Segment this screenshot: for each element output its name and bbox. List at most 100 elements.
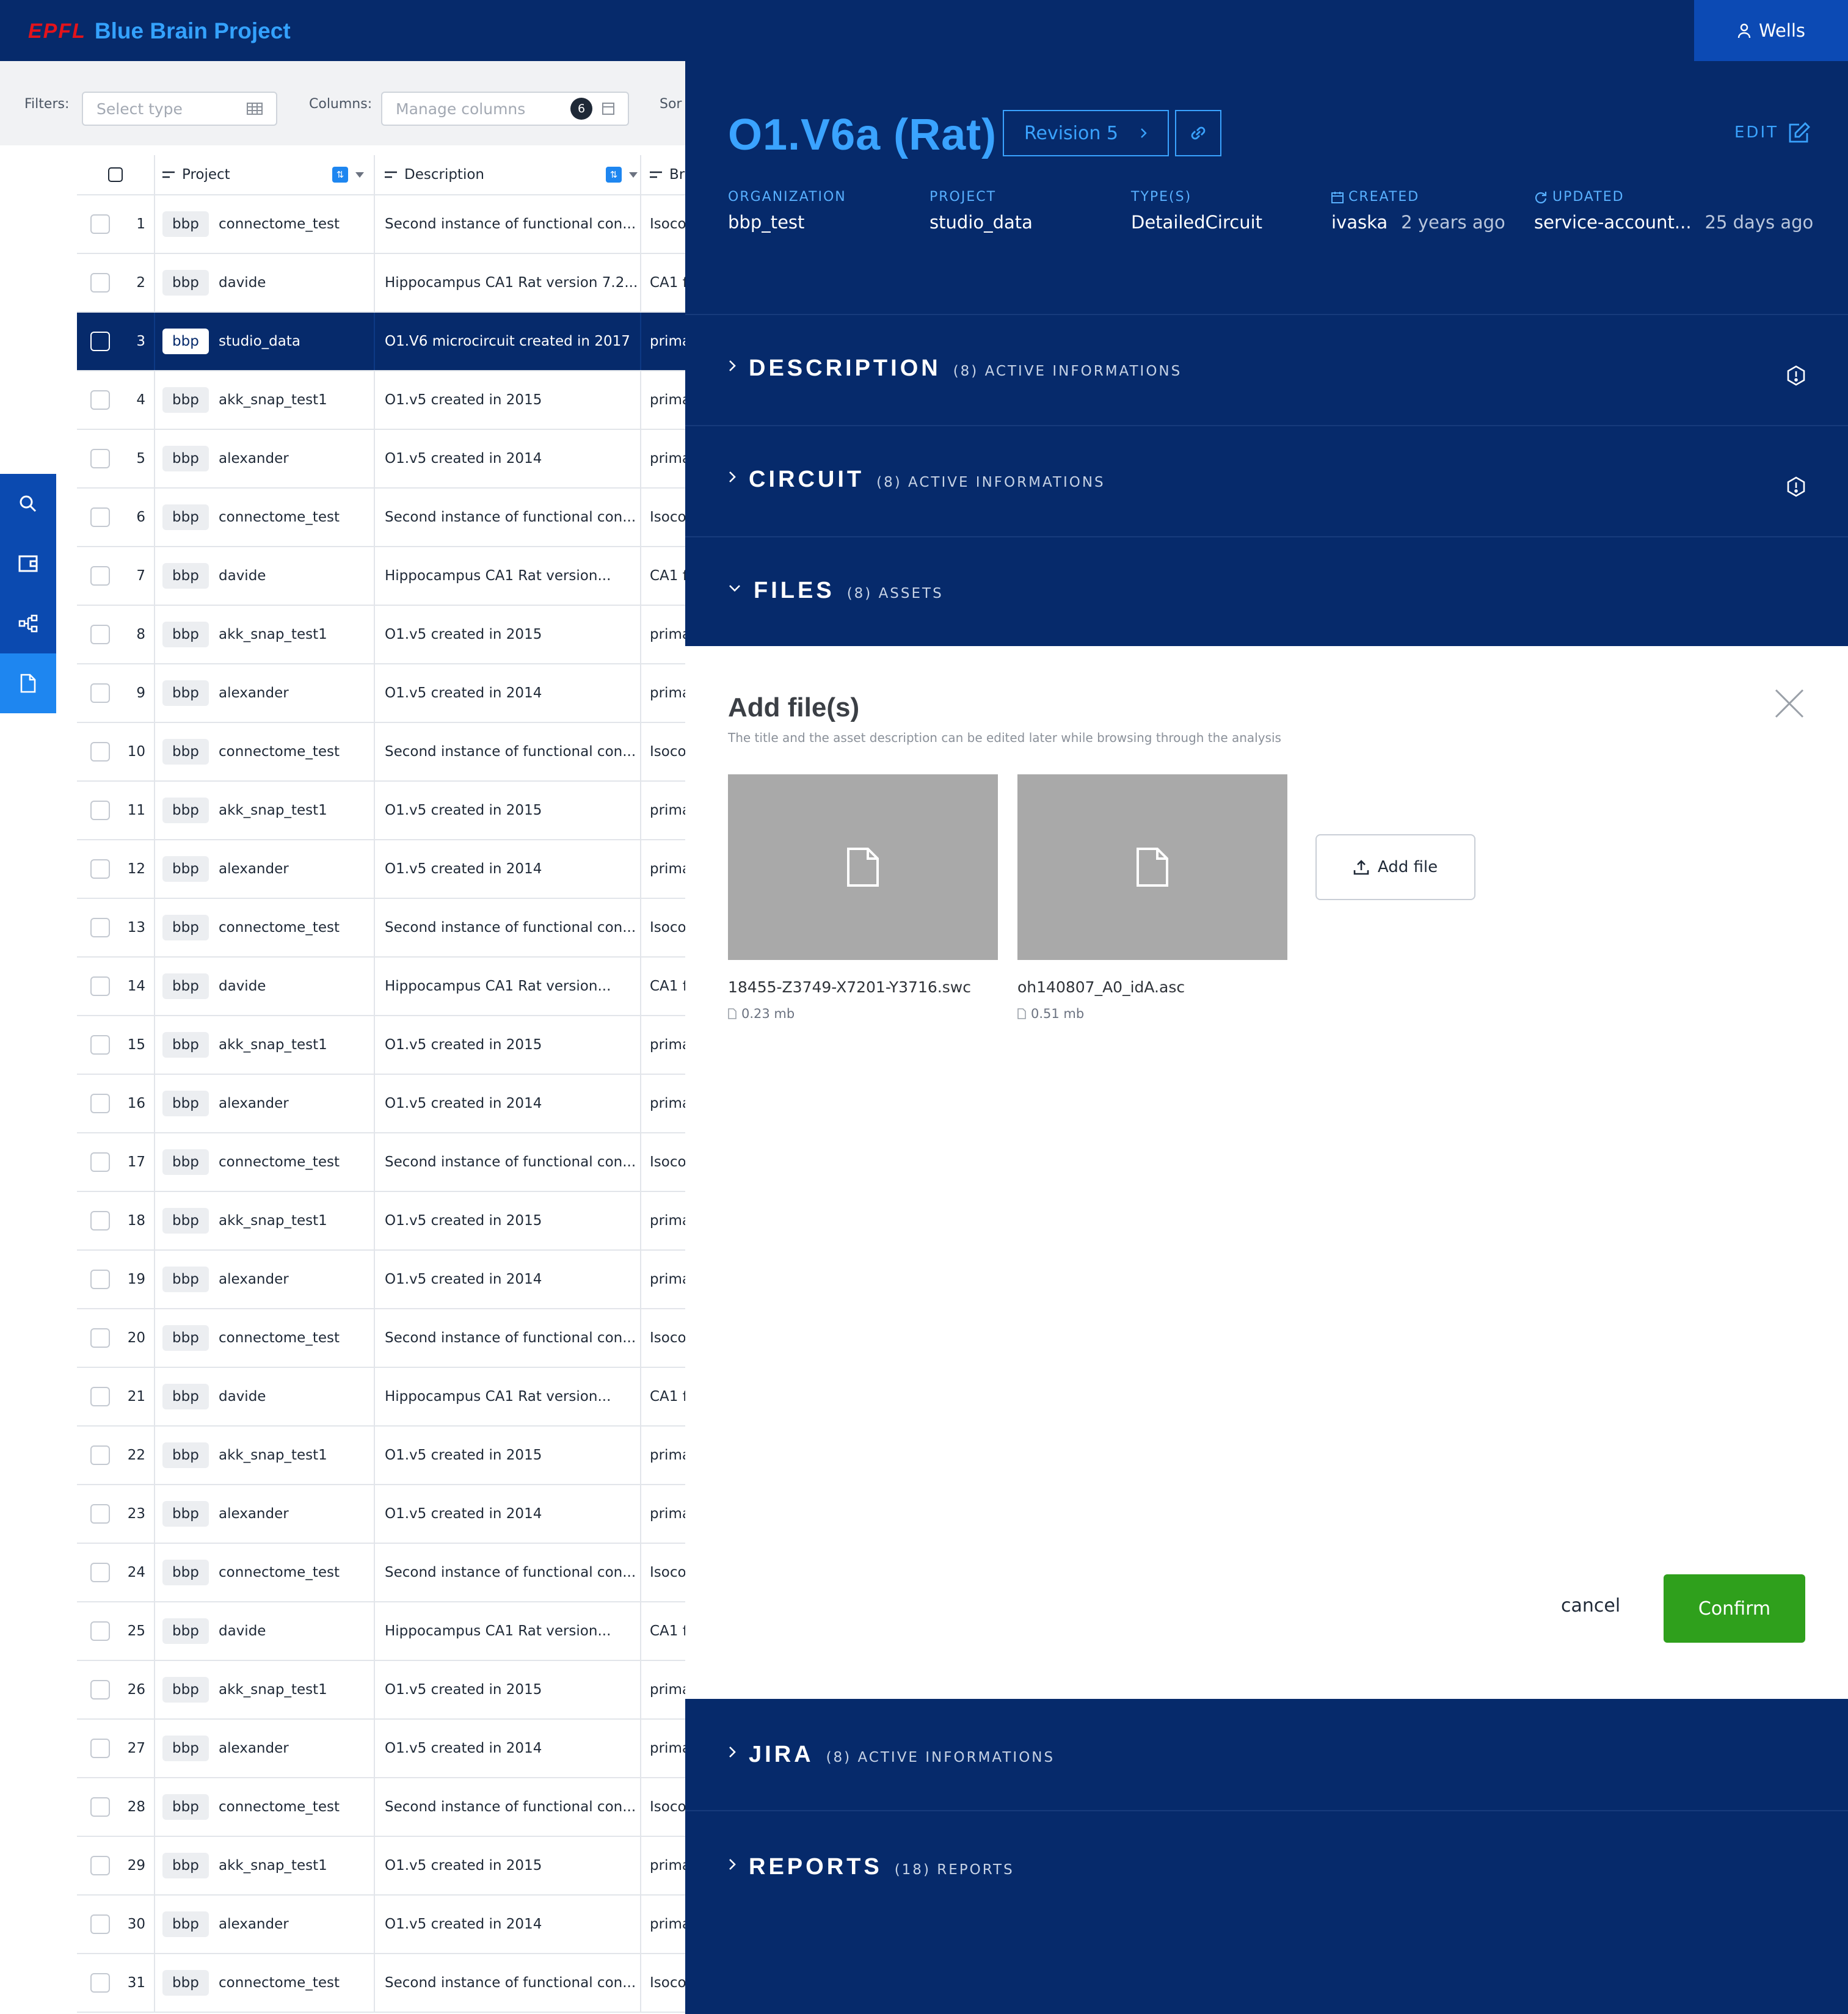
org-tag[interactable]: bbp: [162, 270, 209, 296]
table-row[interactable]: 14 bbp davide Hippocampus CA1 Rat version..…: [77, 958, 685, 1016]
row-select[interactable]: [90, 899, 115, 956]
table-row[interactable]: 29 bbp akk_snap_test1 O1.v5 created in 2015…: [77, 1837, 685, 1896]
row-checkbox[interactable]: [90, 625, 110, 644]
table-row[interactable]: 23 bbp alexander O1.v5 created in 2014 prima: [77, 1485, 685, 1544]
table-row[interactable]: 6 bbp connectome_test Second instance of fu…: [77, 489, 685, 547]
rail-search-button[interactable]: [0, 474, 56, 534]
table-row[interactable]: 15 bbp akk_snap_test1 O1.v5 created in 2015…: [77, 1016, 685, 1075]
org-tag[interactable]: bbp: [162, 915, 209, 940]
row-checkbox[interactable]: [90, 1621, 110, 1641]
org-tag[interactable]: bbp: [162, 1091, 209, 1116]
file-thumbnail[interactable]: [1017, 774, 1287, 960]
row-checkbox[interactable]: [90, 918, 110, 937]
copy-link-button[interactable]: [1175, 110, 1221, 156]
row-select[interactable]: [90, 1192, 115, 1249]
row-select[interactable]: [90, 606, 115, 663]
row-checkbox[interactable]: [90, 859, 110, 879]
org-tag[interactable]: bbp: [162, 973, 209, 999]
rail-graph-button[interactable]: [0, 594, 56, 653]
table-row[interactable]: 13 bbp connectome_test Second instance of f…: [77, 899, 685, 958]
row-select[interactable]: [90, 1016, 115, 1074]
row-select[interactable]: [90, 1133, 115, 1191]
org-tag[interactable]: bbp: [162, 1442, 209, 1468]
section-description[interactable]: DESCRIPTION (8) ACTIVE INFORMATIONS: [685, 314, 1848, 425]
header-description[interactable]: Description ⇅: [385, 155, 641, 194]
table-row[interactable]: 31 bbp connectome_test Second instance of f…: [77, 1954, 685, 2013]
row-checkbox[interactable]: [90, 1504, 110, 1524]
org-tag[interactable]: bbp: [162, 1208, 209, 1234]
org-tag[interactable]: bbp: [162, 1618, 209, 1644]
org-tag[interactable]: bbp: [162, 1032, 209, 1058]
org-tag[interactable]: bbp: [162, 563, 209, 589]
table-row[interactable]: 16 bbp alexander O1.v5 created in 2014 prima: [77, 1075, 685, 1133]
table-row[interactable]: 22 bbp akk_snap_test1 O1.v5 created in 2015…: [77, 1427, 685, 1485]
table-row[interactable]: 1 bbp connectome_test Second instance of fu…: [77, 195, 685, 254]
table-row[interactable]: 10 bbp connectome_test Second instance of f…: [77, 723, 685, 782]
row-checkbox[interactable]: [90, 507, 110, 527]
rail-document-button[interactable]: [0, 653, 56, 713]
table-row[interactable]: 30 bbp alexander O1.v5 created in 2014 prima: [77, 1896, 685, 1954]
table-row[interactable]: 5 bbp alexander O1.v5 created in 2014 prima: [77, 430, 685, 489]
row-select[interactable]: [90, 1896, 115, 1953]
row-checkbox[interactable]: [90, 1152, 110, 1172]
row-select[interactable]: [90, 1368, 115, 1425]
row-select[interactable]: [90, 489, 115, 546]
org-tag[interactable]: bbp: [162, 1149, 209, 1175]
table-row[interactable]: 2 bbp davide Hippocampus CA1 Rat version 7.…: [77, 254, 685, 313]
org-tag[interactable]: bbp: [162, 211, 209, 237]
user-menu-button[interactable]: Wells: [1694, 0, 1848, 61]
row-select[interactable]: [90, 958, 115, 1015]
row-checkbox[interactable]: [90, 1211, 110, 1231]
section-jira[interactable]: JIRA (8) ACTIVE INFORMATIONS: [685, 1699, 1848, 1810]
row-checkbox[interactable]: [90, 1328, 110, 1348]
row-checkbox[interactable]: [90, 1387, 110, 1406]
row-select[interactable]: [90, 371, 115, 429]
row-select[interactable]: [90, 547, 115, 605]
table-row[interactable]: 26 bbp akk_snap_test1 O1.v5 created in 2015…: [77, 1661, 685, 1720]
row-select[interactable]: [90, 195, 115, 253]
row-checkbox[interactable]: [90, 390, 110, 410]
row-select[interactable]: [90, 1485, 115, 1543]
org-tag[interactable]: bbp: [162, 856, 209, 882]
select-all-checkbox[interactable]: [108, 167, 123, 182]
table-row[interactable]: 4 bbp akk_snap_test1 O1.v5 created in 2015 p…: [77, 371, 685, 430]
section-files[interactable]: FILES (8) ASSETS: [685, 536, 1848, 646]
table-row[interactable]: 3 bbp studio_data O1.V6 microcircuit create…: [77, 313, 685, 371]
org-tag[interactable]: bbp: [162, 1911, 209, 1937]
table-row[interactable]: 25 bbp davide Hippocampus CA1 Rat version..…: [77, 1602, 685, 1661]
row-checkbox[interactable]: [90, 273, 110, 293]
table-row[interactable]: 8 bbp akk_snap_test1 O1.v5 created in 2015 p…: [77, 606, 685, 664]
org-tag[interactable]: bbp: [162, 1560, 209, 1585]
row-checkbox[interactable]: [90, 742, 110, 762]
row-select[interactable]: [90, 1309, 115, 1367]
table-row[interactable]: 12 bbp alexander O1.v5 created in 2014 prima: [77, 840, 685, 899]
row-checkbox[interactable]: [90, 1094, 110, 1113]
org-tag[interactable]: bbp: [162, 739, 209, 765]
chevron-down-icon[interactable]: [355, 172, 364, 178]
manage-columns-select[interactable]: Manage columns 6: [381, 92, 629, 126]
header-third[interactable]: Br: [650, 155, 686, 194]
table-row[interactable]: 21 bbp davide Hippocampus CA1 Rat version..…: [77, 1368, 685, 1427]
type-select[interactable]: Select type: [82, 92, 277, 126]
row-select[interactable]: [90, 313, 115, 370]
org-tag[interactable]: bbp: [162, 1736, 209, 1761]
confirm-button[interactable]: Confirm: [1664, 1574, 1805, 1643]
table-row[interactable]: 20 bbp connectome_test Second instance of f…: [77, 1309, 685, 1368]
row-checkbox[interactable]: [90, 1856, 110, 1875]
row-select[interactable]: [90, 840, 115, 898]
org-tag[interactable]: bbp: [162, 622, 209, 647]
row-checkbox[interactable]: [90, 1445, 110, 1465]
org-tag[interactable]: bbp: [162, 1501, 209, 1527]
add-file-button[interactable]: Add file: [1315, 834, 1475, 900]
row-checkbox[interactable]: [90, 566, 110, 586]
row-select[interactable]: [90, 1544, 115, 1601]
row-select[interactable]: [90, 664, 115, 722]
org-tag[interactable]: bbp: [162, 1853, 209, 1878]
org-tag[interactable]: bbp: [162, 1267, 209, 1292]
file-thumbnail[interactable]: [728, 774, 998, 960]
row-checkbox[interactable]: [90, 1680, 110, 1700]
close-icon[interactable]: [1772, 686, 1806, 721]
section-circuit[interactable]: CIRCUIT (8) ACTIVE INFORMATIONS: [685, 425, 1848, 536]
revision-button[interactable]: Revision 5: [1003, 110, 1169, 156]
org-tag[interactable]: bbp: [162, 446, 209, 471]
